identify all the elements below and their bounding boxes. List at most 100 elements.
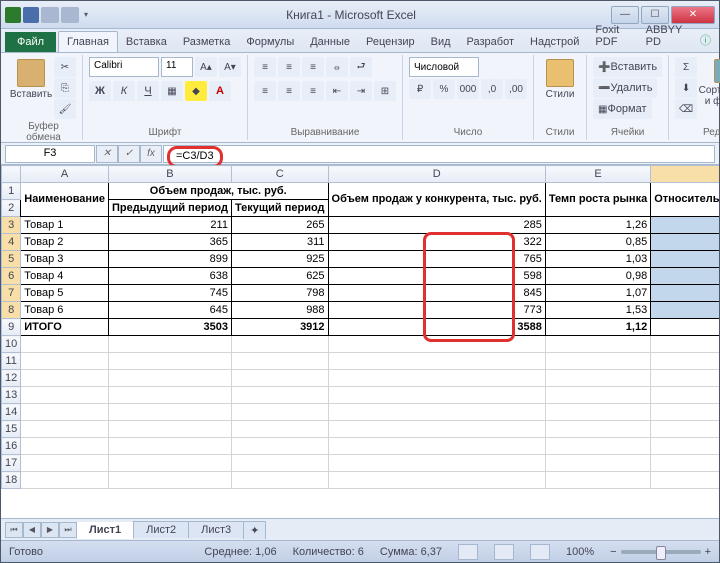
- fill-color-button[interactable]: ◆: [185, 81, 207, 101]
- view-normal-button[interactable]: [458, 544, 478, 560]
- col-header-C[interactable]: C: [231, 166, 328, 183]
- formula-input[interactable]: =C3/D3: [163, 145, 715, 163]
- increase-font-button[interactable]: A▴: [195, 57, 217, 77]
- wrap-text-button[interactable]: ⮐: [350, 57, 372, 77]
- bold-button[interactable]: Ж: [89, 81, 111, 101]
- increase-decimal-button[interactable]: ,0: [481, 79, 503, 99]
- col-header-D[interactable]: D: [328, 166, 545, 183]
- insert-cells-button[interactable]: ➕ Вставить: [593, 57, 662, 77]
- select-all-corner[interactable]: [2, 166, 21, 183]
- row-header[interactable]: 7: [2, 285, 21, 302]
- new-sheet-button[interactable]: ✦: [243, 521, 266, 539]
- sheet-scroll[interactable]: A B C D E F G H 1 Наименование Объем про…: [1, 165, 719, 518]
- sheet-tab[interactable]: Лист3: [188, 521, 244, 538]
- tab-data[interactable]: Данные: [302, 32, 358, 52]
- styles-button[interactable]: Стили: [540, 57, 580, 117]
- align-middle-button[interactable]: ≡: [278, 57, 300, 77]
- tab-developer[interactable]: Разработ: [459, 32, 522, 52]
- delete-cells-button[interactable]: ➖ Удалить: [593, 78, 657, 98]
- decrease-font-button[interactable]: A▾: [219, 57, 241, 77]
- qat-dropdown-icon[interactable]: ▾: [81, 10, 91, 19]
- zoom-slider[interactable]: [621, 550, 701, 554]
- tab-foxit[interactable]: Foxit PDF: [587, 20, 637, 52]
- tab-formulas[interactable]: Формулы: [238, 32, 302, 52]
- row-header[interactable]: 12: [2, 370, 21, 387]
- italic-button[interactable]: К: [113, 81, 135, 101]
- fx-enter-button[interactable]: ✓: [118, 145, 140, 163]
- row-header[interactable]: 2: [2, 200, 21, 217]
- row-header[interactable]: 18: [2, 472, 21, 489]
- ribbon-help-icon[interactable]: ⓘ: [692, 28, 719, 52]
- border-button[interactable]: ▦: [161, 81, 183, 101]
- spreadsheet-grid[interactable]: A B C D E F G H 1 Наименование Объем про…: [1, 165, 719, 489]
- zoom-level[interactable]: 100%: [566, 546, 594, 558]
- tab-nav-last[interactable]: ⏭: [59, 522, 77, 538]
- row-header[interactable]: 15: [2, 421, 21, 438]
- row-header[interactable]: 9: [2, 319, 21, 336]
- redo-icon[interactable]: [61, 7, 79, 23]
- align-top-button[interactable]: ≡: [254, 57, 276, 77]
- align-left-button[interactable]: ≡: [254, 81, 276, 101]
- comma-button[interactable]: 000: [457, 79, 479, 99]
- col-header-A[interactable]: A: [21, 166, 109, 183]
- tab-insert[interactable]: Вставка: [118, 32, 175, 52]
- format-cells-button[interactable]: ▦ Формат: [593, 99, 652, 119]
- row-header[interactable]: 5: [2, 251, 21, 268]
- merge-button[interactable]: ⊞: [374, 81, 396, 101]
- format-painter-button[interactable]: 🖌: [54, 99, 76, 119]
- col-header-F[interactable]: F: [651, 166, 719, 183]
- tab-layout[interactable]: Разметка: [175, 32, 239, 52]
- row-header[interactable]: 6: [2, 268, 21, 285]
- align-right-button[interactable]: ≡: [302, 81, 324, 101]
- currency-button[interactable]: ₽: [409, 79, 431, 99]
- row-header[interactable]: 8: [2, 302, 21, 319]
- sheet-tab[interactable]: Лист2: [133, 521, 189, 538]
- tab-file[interactable]: Файл: [5, 32, 56, 52]
- tab-review[interactable]: Рецензир: [358, 32, 423, 52]
- row-header[interactable]: 1: [2, 183, 21, 200]
- save-icon[interactable]: [23, 7, 39, 23]
- align-bottom-button[interactable]: ≡: [302, 57, 324, 77]
- tab-view[interactable]: Вид: [423, 32, 459, 52]
- font-color-button[interactable]: A: [209, 81, 231, 101]
- zoom-out-button[interactable]: −: [610, 546, 616, 558]
- zoom-in-button[interactable]: +: [705, 546, 711, 558]
- row-header[interactable]: 10: [2, 336, 21, 353]
- view-page-layout-button[interactable]: [494, 544, 514, 560]
- sheet-tab[interactable]: Лист1: [76, 522, 134, 539]
- row-header[interactable]: 11: [2, 353, 21, 370]
- tab-addins[interactable]: Надстрой: [522, 32, 587, 52]
- orientation-button[interactable]: ⦵: [326, 57, 348, 77]
- row-header[interactable]: 14: [2, 404, 21, 421]
- col-header-E[interactable]: E: [545, 166, 650, 183]
- copy-button[interactable]: ⎘: [54, 78, 76, 98]
- name-box[interactable]: F3: [5, 145, 95, 163]
- decrease-indent-button[interactable]: ⇤: [326, 81, 348, 101]
- tab-nav-next[interactable]: ▶: [41, 522, 59, 538]
- undo-icon[interactable]: [41, 7, 59, 23]
- zoom-control[interactable]: − +: [610, 546, 711, 558]
- number-format-selector[interactable]: Числовой: [409, 57, 479, 77]
- excel-icon[interactable]: [5, 7, 21, 23]
- font-name-selector[interactable]: Calibri: [89, 57, 159, 77]
- paste-button[interactable]: Вставить: [11, 57, 51, 117]
- align-center-button[interactable]: ≡: [278, 81, 300, 101]
- col-header-B[interactable]: B: [108, 166, 231, 183]
- fx-cancel-button[interactable]: ✕: [96, 145, 118, 163]
- sort-filter-button[interactable]: Сортировка и фильтр: [700, 57, 720, 117]
- percent-button[interactable]: %: [433, 79, 455, 99]
- tab-nav-first[interactable]: ⏮: [5, 522, 23, 538]
- font-size-selector[interactable]: 11: [161, 57, 193, 77]
- fill-button[interactable]: ⬇: [675, 78, 697, 98]
- increase-indent-button[interactable]: ⇥: [350, 81, 372, 101]
- fx-button[interactable]: fx: [140, 145, 162, 163]
- row-header[interactable]: 4: [2, 234, 21, 251]
- underline-button[interactable]: Ч: [137, 81, 159, 101]
- row-header[interactable]: 17: [2, 455, 21, 472]
- view-page-break-button[interactable]: [530, 544, 550, 560]
- autosum-button[interactable]: Σ: [675, 57, 697, 77]
- clear-button[interactable]: ⌫: [675, 99, 697, 119]
- cut-button[interactable]: ✂: [54, 57, 76, 77]
- row-header[interactable]: 13: [2, 387, 21, 404]
- tab-home[interactable]: Главная: [58, 31, 118, 52]
